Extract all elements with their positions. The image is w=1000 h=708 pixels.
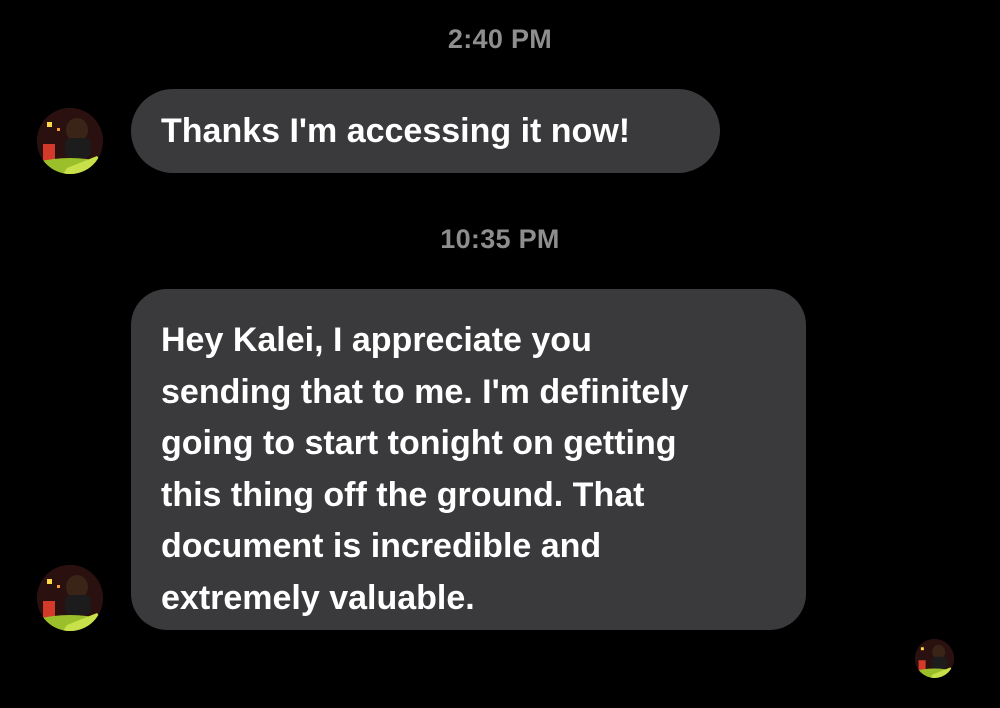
- seen-indicator-avatar: [915, 639, 954, 678]
- read-receipt-avatar-icon: [915, 639, 954, 678]
- message-text-line: Hey Kalei, I appreciate you: [161, 321, 592, 359]
- received-message-bubble[interactable]: Thanks I'm accessing it now!: [131, 89, 720, 173]
- message-timestamp: 2:40 PM: [447, 24, 553, 54]
- message-timestamp: 10:35 PM: [440, 224, 560, 254]
- sender-avatar[interactable]: [37, 108, 103, 174]
- received-message-bubble[interactable]: Hey Kalei, I appreciate you sending that…: [131, 289, 806, 630]
- message-text: Thanks I'm accessing it now!: [161, 112, 631, 150]
- profile-photo-icon: [37, 565, 103, 631]
- message-text-line: sending that to me. I'm definitely: [161, 372, 689, 411]
- chat-thread: 2:40 PM Thanks I'm accessing it now! 10:…: [0, 0, 1000, 708]
- message-text-line: document is incredible and: [161, 527, 602, 565]
- sender-avatar[interactable]: [37, 565, 103, 631]
- profile-photo-icon: [37, 108, 103, 174]
- message-text-line: this thing off the ground. That: [161, 475, 645, 514]
- message-text-line: extremely valuable.: [161, 578, 475, 617]
- message-text-line: going to start tonight on getting: [161, 424, 677, 462]
